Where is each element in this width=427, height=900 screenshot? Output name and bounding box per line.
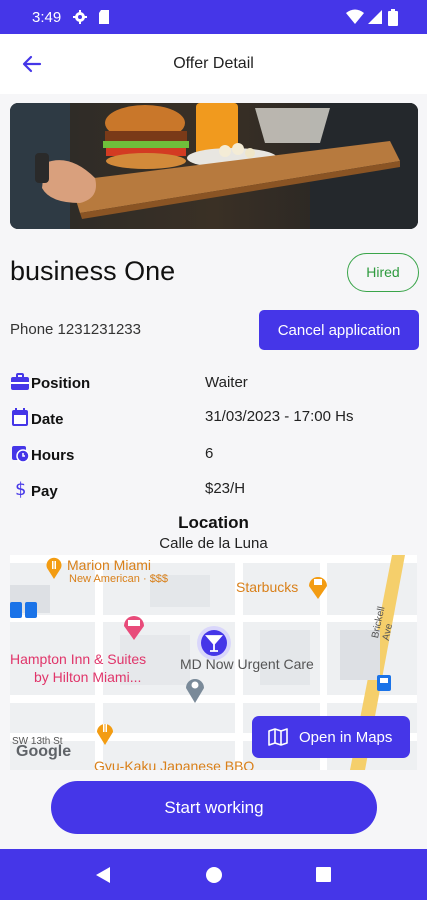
signal-icon (368, 10, 382, 24)
cafe-pin-icon (309, 577, 327, 599)
map-icon (268, 728, 288, 746)
phone-row: Phone 1231231233 (10, 321, 141, 338)
nav-home-icon[interactable] (205, 866, 223, 884)
position-value: Waiter (205, 374, 248, 391)
restaurant-pin-icon (46, 557, 62, 579)
dollar-icon: $ (15, 479, 26, 499)
nav-recents-icon[interactable] (315, 866, 332, 883)
system-nav-bar (0, 849, 427, 900)
map-label-marion-sub: New American · $$$ (69, 573, 169, 585)
sd-card-icon (99, 10, 109, 24)
google-logo: Google (16, 743, 72, 760)
map-label-hampton2: by Hilton Miami... (34, 669, 142, 685)
open-in-maps-button[interactable]: Open in Maps (252, 716, 410, 758)
phone-prefix: Phone (10, 321, 54, 338)
transit-icon (10, 602, 37, 618)
map-label-mdnow: MD Now Urgent Care (180, 656, 314, 672)
pay-label: Pay (31, 483, 58, 500)
nav-back-icon[interactable] (95, 866, 111, 884)
bus-icon (377, 675, 391, 691)
date-label: Date (31, 411, 64, 428)
briefcase-icon (11, 373, 29, 390)
phone-number: 1231231233 (57, 321, 141, 338)
location-map[interactable]: Marion Miami New American · $$$ Starbuck… (10, 555, 417, 770)
location-title: Location (178, 513, 249, 532)
page-title: Offer Detail (173, 55, 254, 72)
business-name: business One (10, 256, 176, 286)
place-pin-icon (186, 679, 204, 703)
restaurant-pin-icon-2 (97, 724, 113, 745)
svg-text:$: $ (15, 479, 26, 499)
status-bar: 3:49 (0, 0, 427, 34)
hotel-pin-icon (124, 616, 144, 640)
map-label-hampton1: Hampton Inn & Suites (10, 651, 147, 667)
hours-label: Hours (31, 447, 75, 464)
status-time: 3:49 (32, 9, 62, 26)
date-value: 31/03/2023 - 17:00 Hs (205, 408, 354, 425)
open-in-maps-label: Open in Maps (299, 729, 393, 746)
battery-icon (388, 9, 398, 26)
wifi-icon (346, 9, 364, 24)
cancel-application-button[interactable]: Cancel application (259, 310, 419, 350)
calendar-icon (12, 408, 28, 426)
position-label: Position (31, 375, 91, 392)
status-badge: Hired (347, 253, 419, 292)
map-label-marion: Marion Miami (67, 557, 152, 573)
pay-value: $23/H (205, 480, 246, 497)
app-bar: Offer Detail (0, 34, 427, 94)
map-label-gyukaku: Gyu-Kaku Japanese BBQ (94, 758, 255, 770)
start-working-button[interactable]: Start working (51, 781, 377, 834)
settings-icon (73, 10, 87, 24)
offer-hero-image (10, 103, 418, 229)
hours-value: 6 (205, 445, 214, 462)
clock-icon (12, 446, 30, 463)
map-label-starbucks: Starbucks (236, 579, 299, 595)
location-address: Calle de la Luna (159, 535, 268, 552)
